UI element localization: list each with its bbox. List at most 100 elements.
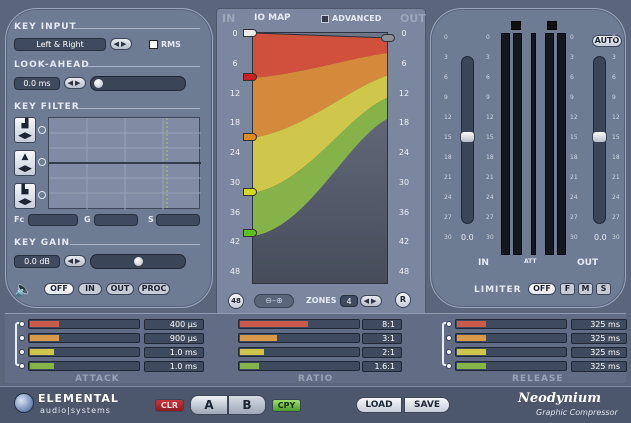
auto-button[interactable]: AUTO xyxy=(592,35,622,47)
meter-tick-label: 3 xyxy=(612,54,616,61)
output-handle[interactable] xyxy=(381,34,395,42)
zone-link-dot[interactable] xyxy=(446,349,452,355)
zone-handle-1[interactable] xyxy=(243,73,257,81)
monitor-off-button[interactable]: OFF xyxy=(44,283,74,295)
key-gain-stepper[interactable]: ◀▶ xyxy=(64,255,86,267)
monitor-out-button[interactable]: OUT xyxy=(106,283,134,295)
output-gain-slider-handle[interactable] xyxy=(592,131,607,143)
zone-param-slider[interactable] xyxy=(238,333,360,343)
zone-param-value[interactable]: 900 µs xyxy=(144,333,204,344)
look-ahead-title: LOOK-AHEAD xyxy=(14,60,90,70)
key-gain-slider[interactable] xyxy=(90,254,186,269)
zone-param-slider[interactable] xyxy=(238,361,360,371)
zone-param-slider[interactable] xyxy=(238,319,360,329)
filter-highcut-button[interactable]: ▙ ◀▶ xyxy=(14,183,36,209)
zone-link-dot[interactable] xyxy=(19,335,25,341)
zone-link-bracket[interactable] xyxy=(442,322,448,366)
zone-param-slider[interactable] xyxy=(238,347,360,357)
axis-tick-label: 12 xyxy=(398,88,410,98)
filter-radio-1[interactable] xyxy=(38,126,46,134)
zone-link-dot[interactable] xyxy=(446,363,452,369)
zone-param-value[interactable]: 325 ms xyxy=(571,319,627,330)
input-gain-slider-handle[interactable] xyxy=(460,131,475,143)
reset-r-button[interactable]: R xyxy=(395,292,411,308)
zone-param-value[interactable]: 2:1 xyxy=(362,347,402,358)
zone-param-value[interactable]: 325 ms xyxy=(571,361,627,372)
save-button[interactable]: SAVE xyxy=(404,397,450,413)
zone-param-slider[interactable] xyxy=(28,347,140,357)
key-gain-field[interactable]: 0.0 dB xyxy=(14,255,60,268)
zone-param-value[interactable]: 1.0 ms xyxy=(144,361,204,372)
zone-handle-3[interactable] xyxy=(243,188,257,196)
zone-param-value[interactable]: 1.0 ms xyxy=(144,347,204,358)
zone-link-bracket[interactable] xyxy=(15,322,21,366)
look-ahead-stepper[interactable]: ◀▶ xyxy=(64,77,86,89)
io-map-out-label: OUT xyxy=(400,12,426,25)
clear-button[interactable]: CLR xyxy=(155,399,184,412)
zone-param-slider[interactable] xyxy=(28,333,140,343)
meter-tick-label: 30 xyxy=(486,234,494,241)
meter-tick-label: 12 xyxy=(570,114,578,121)
monitor-in-button[interactable]: IN xyxy=(78,283,102,295)
zoom-control[interactable]: ⊖–⊕ xyxy=(254,294,294,308)
meter-att-label: ATT xyxy=(524,258,537,265)
key-filter-graph[interactable] xyxy=(48,117,201,210)
output-gain-slider[interactable] xyxy=(592,56,607,224)
key-input-mode-stepper[interactable]: ◀▶ xyxy=(110,38,132,50)
key-input-mode-field[interactable]: Left & Right xyxy=(14,38,106,51)
zone-link-dot[interactable] xyxy=(19,363,25,369)
zone-param-slider[interactable] xyxy=(28,361,140,371)
look-ahead-field[interactable]: 0.0 ms xyxy=(14,77,60,90)
meter-tick-label: 12 xyxy=(486,114,494,121)
zone-handle-4[interactable] xyxy=(243,229,257,237)
zone-param-value[interactable]: 8:1 xyxy=(362,319,402,330)
zone-link-dot[interactable] xyxy=(446,321,452,327)
preset-a-button[interactable]: A xyxy=(190,395,228,415)
limiter-s-button[interactable]: S xyxy=(596,283,611,295)
zones-stepper[interactable]: ◀▶ xyxy=(360,295,382,307)
zone-param-value[interactable]: 400 µs xyxy=(144,319,204,330)
look-ahead-slider[interactable] xyxy=(90,76,186,91)
zone-handle-2[interactable] xyxy=(243,133,257,141)
preset-b-button[interactable]: B xyxy=(228,395,266,415)
copy-button[interactable]: CPY xyxy=(272,399,301,412)
zone-param-slider[interactable] xyxy=(455,361,567,371)
zone-param-slider[interactable] xyxy=(455,319,567,329)
zones-value[interactable]: 4 xyxy=(340,295,358,307)
input-gain-slider[interactable] xyxy=(460,56,475,224)
fc-field[interactable] xyxy=(28,214,78,226)
rms-checkbox[interactable] xyxy=(149,40,158,49)
zone-param-slider[interactable] xyxy=(455,347,567,357)
monitor-proc-button[interactable]: PROC xyxy=(138,283,170,295)
zone-param-slider[interactable] xyxy=(455,333,567,343)
meter-tick-label: 3 xyxy=(570,54,574,61)
filter-lowcut-button[interactable]: ▟ ◀▶ xyxy=(14,117,36,143)
zone-param-value[interactable]: 325 ms xyxy=(571,347,627,358)
zone-param-slider[interactable] xyxy=(28,319,140,329)
zone-param-value[interactable]: 3:1 xyxy=(362,333,402,344)
limiter-m-button[interactable]: M xyxy=(578,283,593,295)
advanced-checkbox[interactable] xyxy=(321,15,329,23)
zone-param-fill xyxy=(30,349,54,355)
look-ahead-slider-knob[interactable] xyxy=(93,78,104,89)
load-button[interactable]: LOAD xyxy=(356,397,402,413)
limiter-off-button[interactable]: OFF xyxy=(528,283,556,295)
zone-param-value[interactable]: 1.6:1 xyxy=(362,361,402,372)
zone-link-dot[interactable] xyxy=(19,321,25,327)
limiter-f-button[interactable]: F xyxy=(560,283,575,295)
zone-handle-0[interactable] xyxy=(243,29,257,37)
g-field[interactable] xyxy=(94,214,138,226)
zone-link-dot[interactable] xyxy=(19,349,25,355)
meter-tick-label: 12 xyxy=(444,114,452,121)
meter-tick-label: 24 xyxy=(444,194,452,201)
zone-link-dot[interactable] xyxy=(446,335,452,341)
range-48-button[interactable]: 48 xyxy=(228,293,244,309)
io-map-graph[interactable] xyxy=(252,32,388,284)
speaker-icon[interactable]: 🔈 xyxy=(14,280,33,298)
s-field[interactable] xyxy=(156,214,200,226)
filter-radio-2[interactable] xyxy=(38,158,46,166)
key-gain-slider-knob[interactable] xyxy=(133,256,144,267)
filter-bell-button[interactable]: ▲ ◀▶ xyxy=(14,150,36,176)
zone-param-value[interactable]: 325 ms xyxy=(571,333,627,344)
filter-radio-3[interactable] xyxy=(38,191,46,199)
